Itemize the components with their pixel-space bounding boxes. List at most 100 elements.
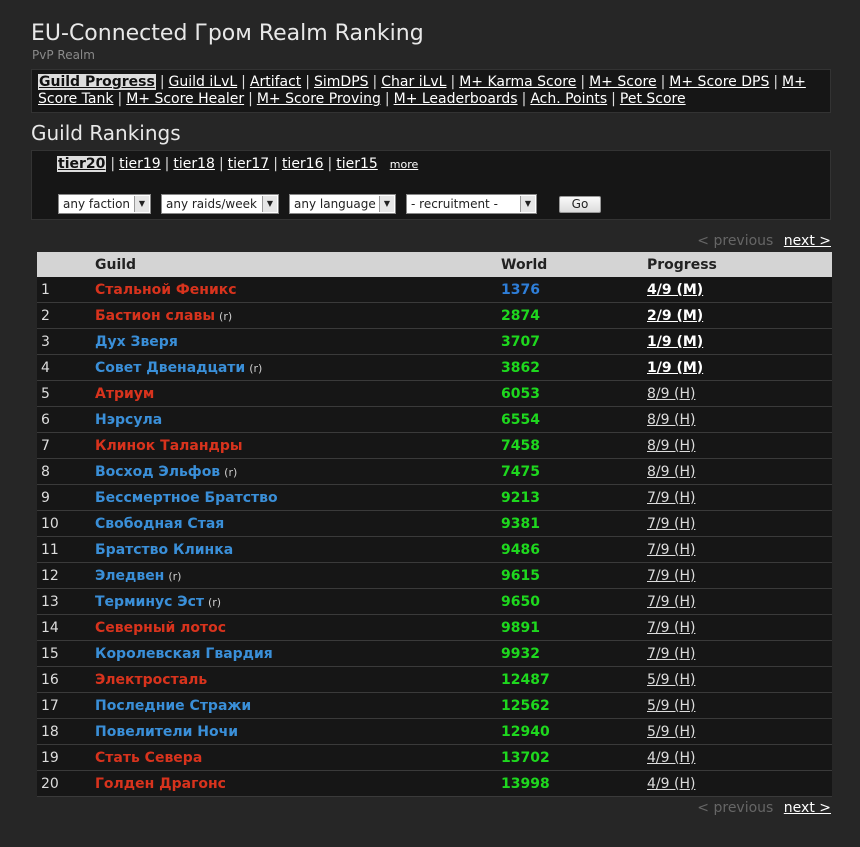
progress-link[interactable]: 2/9 (M) [647,308,703,324]
go-button[interactable]: Go [559,196,601,213]
rank-cell: 8 [37,458,95,485]
guild-link[interactable]: Последние Стражи [95,698,251,714]
guild-link[interactable]: Стальной Феникс [95,282,237,298]
tier-tab[interactable]: tier16 [282,156,324,172]
guild-link[interactable]: Бастион славы [95,308,215,324]
previous-link[interactable]: < previous [697,800,773,816]
progress-link[interactable]: 7/9 (H) [647,516,695,532]
nav-link[interactable]: Char iLvL [381,74,446,90]
recruitment-select[interactable]: - recruitment - ▼ [406,194,537,214]
more-tiers-link[interactable]: more [390,158,419,171]
guild-link[interactable]: Восход Эльфов [95,464,220,480]
progress-header: Progress [647,252,832,277]
guild-cell: Терминус Эст (r) [95,588,501,615]
guild-link[interactable]: Терминус Эст [95,594,204,610]
recruiting-badge: (r) [207,595,222,609]
nav-separator: | [611,91,616,107]
next-link[interactable]: next > [784,800,831,816]
progress-link[interactable]: 1/9 (M) [647,360,703,376]
progress-link[interactable]: 4/9 (H) [647,776,695,792]
guild-link[interactable]: Свободная Стая [95,516,224,532]
guild-link[interactable]: Повелители Ночи [95,724,238,740]
tier-tab[interactable]: tier15 [336,156,378,172]
table-row: 1 Стальной Феникс 1376 4/9 (M) [37,277,832,303]
table-row: 6 Нэрсула 6554 8/9 (H) [37,406,832,433]
nav-separator: | [305,74,311,90]
guild-link[interactable]: Элeдвен [95,568,164,584]
progress-link[interactable]: 7/9 (H) [647,620,695,636]
guild-cell: Электросталь [95,666,501,693]
world-rank-cell: 3707 [501,328,647,355]
next-link[interactable]: next > [784,233,831,249]
progress-cell: 5/9 (H) [647,718,832,745]
rank-cell: 18 [37,718,95,745]
guild-link[interactable]: Бессмертное Братство [95,490,278,506]
progress-link[interactable]: 8/9 (H) [647,464,695,480]
nav-link[interactable]: M+ Karma Score [459,74,576,90]
progress-cell: 7/9 (H) [647,614,832,641]
tier-tab[interactable]: tier17 [228,156,270,172]
table-row: 5 Атриум 6053 8/9 (H) [37,380,832,407]
nav-link[interactable]: M+ Score [589,74,656,90]
tier-tab[interactable]: tier19 [119,156,161,172]
guild-link[interactable]: Королевская Гвардия [95,646,273,662]
progress-link[interactable]: 7/9 (H) [647,568,695,584]
tier-tab[interactable]: tier20 [57,156,107,172]
guild-link[interactable]: Атриум [95,386,154,402]
guild-link[interactable]: Дух Зверя [95,334,178,350]
progress-cell: 8/9 (H) [647,432,832,459]
progress-link[interactable]: 8/9 (H) [647,438,695,454]
world-rank-cell: 13702 [501,744,647,771]
world-rank-cell: 6053 [501,380,647,407]
progress-link[interactable]: 7/9 (H) [647,490,695,506]
progress-link[interactable]: 7/9 (H) [647,594,695,610]
nav-separator: | [580,74,586,90]
progress-cell: 4/9 (H) [647,744,832,771]
guild-link[interactable]: Совет Двенадцати [95,360,245,376]
nav-link[interactable]: Guild Progress [38,74,156,90]
nav-link[interactable]: M+ Leaderboards [394,91,518,107]
nav-link[interactable]: SimDPS [314,74,369,90]
nav-link[interactable]: Ach. Points [530,91,607,107]
guild-link[interactable]: Братство Клинка [95,542,233,558]
raids-per-week-select[interactable]: any raids/week ▼ [161,194,279,214]
world-rank-cell: 9615 [501,562,647,589]
guild-link[interactable]: Стать Севера [95,750,202,766]
progress-link[interactable]: 4/9 (M) [647,282,703,298]
progress-link[interactable]: 4/9 (H) [647,750,695,766]
tier-tab[interactable]: tier18 [173,156,215,172]
nav-separator: | [773,74,779,90]
nav-link[interactable]: M+ Score Healer [126,91,244,107]
rank-cell: 1 [37,277,95,303]
progress-link[interactable]: 7/9 (H) [647,646,695,662]
progress-link[interactable]: 5/9 (H) [647,672,695,688]
faction-select[interactable]: any faction ▼ [58,194,151,214]
guild-cell: Нэрсула [95,406,501,433]
progress-link[interactable]: 8/9 (H) [647,386,695,402]
progress-link[interactable]: 5/9 (H) [647,724,695,740]
progress-link[interactable]: 5/9 (H) [647,698,695,714]
chevron-down-icon: ▼ [262,196,277,212]
faction-select-value: any faction [63,197,131,211]
pager-top: < previous next > [697,233,831,249]
progress-link[interactable]: 8/9 (H) [647,412,695,428]
recruiting-badge: (r) [224,465,238,479]
nav-link[interactable]: M+ Score Proving [257,91,381,107]
progress-link[interactable]: 7/9 (H) [647,542,695,558]
previous-link[interactable]: < previous [697,233,773,249]
world-header: World [501,252,647,277]
guild-link[interactable]: Клинок Таландры [95,438,243,454]
rank-cell: 10 [37,510,95,537]
table-header-row: Guild World Progress [37,252,832,277]
guild-link[interactable]: Электросталь [95,672,207,688]
nav-link[interactable]: M+ Score DPS [669,74,769,90]
table-row: 15 Королевская Гвардия 9932 7/9 (H) [37,640,832,667]
nav-link[interactable]: Pet Score [620,91,686,107]
nav-link[interactable]: Artifact [250,74,301,90]
guild-link[interactable]: Голден Драгонс [95,776,226,792]
nav-link[interactable]: Guild iLvL [169,74,238,90]
guild-link[interactable]: Нэрсула [95,412,162,428]
language-select[interactable]: any language ▼ [289,194,396,214]
progress-link[interactable]: 1/9 (M) [647,334,703,350]
guild-link[interactable]: Северный лотос [95,620,226,636]
